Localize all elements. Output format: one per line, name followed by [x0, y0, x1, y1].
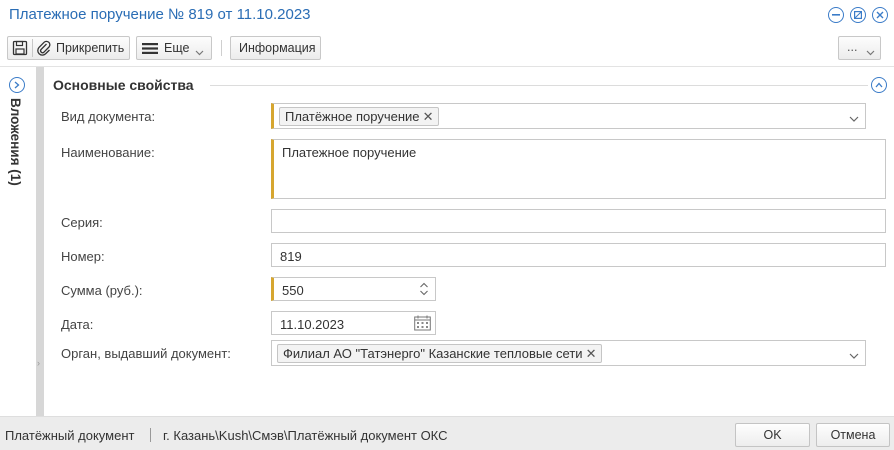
- attach-button[interactable]: Прикрепить: [56, 41, 124, 55]
- doc-type-tag: Платёжное поручение ✕: [279, 107, 439, 126]
- title-bar: Платежное поручение № 819 от 11.10.2023: [0, 0, 894, 30]
- close-icon[interactable]: [872, 7, 888, 23]
- splitter-grip-icon: ›: [37, 358, 40, 368]
- chevron-down-icon[interactable]: [849, 348, 859, 363]
- paperclip-icon: [36, 40, 52, 59]
- info-label: Информация: [239, 41, 316, 55]
- amount-input[interactable]: 550: [271, 277, 436, 301]
- number-input[interactable]: 819: [271, 243, 886, 267]
- expand-panel-icon[interactable]: [9, 77, 25, 93]
- window-title: Платежное поручение № 819 от 11.10.2023: [9, 6, 311, 23]
- section-title: Основные свойства: [53, 77, 194, 93]
- save-attach-group: Прикрепить: [7, 36, 130, 60]
- minimize-icon[interactable]: [828, 7, 844, 23]
- doc-path-text: г. Казань\Kush\Смэв\Платёжный документ О…: [163, 428, 448, 443]
- status-bar: Платёжный документ г. Казань\Kush\Смэв\П…: [0, 416, 894, 450]
- attachments-tab[interactable]: Вложения (1): [8, 98, 23, 186]
- doc-type-label: Вид документа:: [61, 109, 156, 124]
- ok-button[interactable]: OK: [735, 423, 810, 447]
- toolbar-divider-line: [0, 66, 894, 67]
- calendar-icon[interactable]: [414, 315, 431, 334]
- toolbar: Прикрепить Еще Информация ...: [0, 31, 894, 65]
- issuer-tag-text: Филиал АО "Татэнерго" Казанские тепловые…: [283, 346, 583, 361]
- issuer-label: Орган, выдавший документ:: [61, 346, 231, 361]
- doc-type-select[interactable]: Платёжное поручение ✕: [271, 103, 866, 129]
- maximize-icon[interactable]: [850, 7, 866, 23]
- chevron-down-icon: [195, 45, 204, 59]
- info-button[interactable]: Информация: [230, 36, 321, 60]
- toolbar-divider: [32, 39, 33, 57]
- name-label: Наименование:: [61, 145, 155, 160]
- more-label: Еще: [164, 41, 190, 55]
- date-label: Дата:: [61, 317, 94, 332]
- date-input[interactable]: 11.10.2023: [271, 311, 436, 335]
- extra-menu-button[interactable]: ...: [838, 36, 881, 60]
- doc-type-tag-text: Платёжное поручение: [285, 109, 420, 124]
- name-textarea[interactable]: Платежное поручение: [271, 139, 886, 199]
- status-separator: [150, 428, 151, 442]
- menu-icon: [142, 42, 158, 58]
- amount-label: Сумма (руб.):: [61, 283, 143, 298]
- cancel-button[interactable]: Отмена: [816, 423, 890, 447]
- extra-label: ...: [847, 40, 858, 54]
- chevron-down-icon[interactable]: [849, 111, 859, 126]
- collapse-section-icon[interactable]: [871, 77, 887, 93]
- chevron-down-icon: [866, 45, 875, 59]
- name-value: Платежное поручение: [282, 145, 417, 160]
- series-input[interactable]: [271, 209, 886, 233]
- doc-kind-text: Платёжный документ: [5, 428, 135, 443]
- more-button[interactable]: Еще: [136, 36, 212, 60]
- save-icon[interactable]: [12, 40, 28, 59]
- section-divider: [210, 85, 868, 86]
- series-label: Серия:: [61, 215, 103, 230]
- amount-value: 550: [282, 283, 304, 298]
- number-value: 819: [280, 249, 302, 264]
- remove-tag-icon[interactable]: ✕: [586, 345, 597, 362]
- toolbar-separator: [221, 40, 222, 56]
- stepper-icon[interactable]: [419, 281, 429, 300]
- remove-tag-icon[interactable]: ✕: [423, 108, 434, 125]
- issuer-tag: Филиал АО "Татэнерго" Казанские тепловые…: [277, 344, 602, 363]
- issuer-select[interactable]: Филиал АО "Татэнерго" Казанские тепловые…: [271, 340, 866, 366]
- date-value: 11.10.2023: [280, 317, 345, 332]
- number-label: Номер:: [61, 249, 105, 264]
